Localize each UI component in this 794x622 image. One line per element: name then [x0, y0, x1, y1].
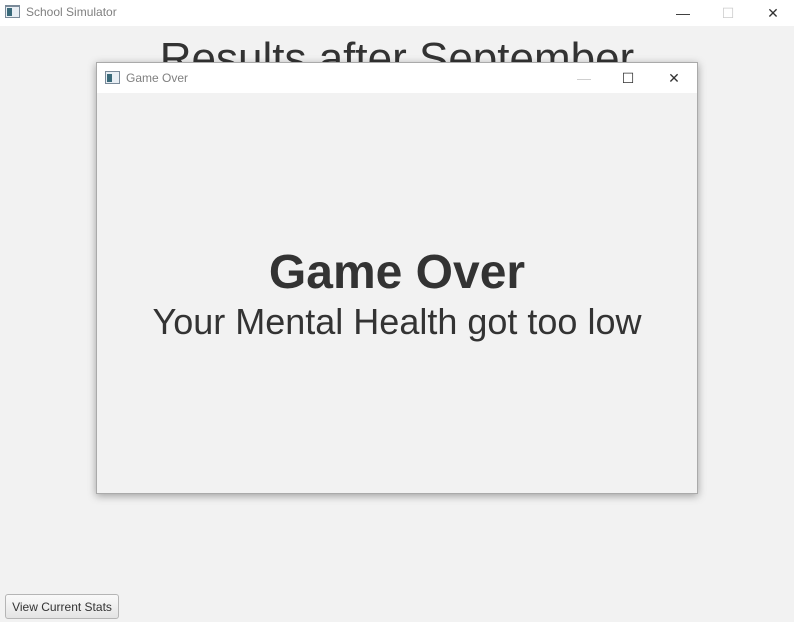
dialog-app-icon	[105, 71, 120, 84]
maximize-icon[interactable]: ☐	[705, 0, 751, 26]
main-window-titlebar[interactable]: School Simulator — ☐ ✕	[0, 0, 794, 26]
dialog-maximize-icon[interactable]: ☐	[605, 63, 651, 93]
view-current-stats-button[interactable]: View Current Stats	[5, 594, 119, 619]
minimize-icon[interactable]: —	[660, 0, 706, 26]
app-icon	[5, 5, 20, 18]
close-icon[interactable]: ✕	[750, 0, 794, 26]
game-over-message: Your Mental Health got too low	[152, 301, 642, 342]
dialog-minimize-icon[interactable]: —	[561, 63, 607, 93]
game-over-dialog: Game Over — ☐ ✕ Game Over Your Mental He…	[96, 62, 698, 494]
dialog-close-icon[interactable]: ✕	[651, 63, 697, 93]
dialog-titlebar[interactable]: Game Over — ☐ ✕	[97, 63, 697, 93]
dialog-body: Game Over Your Mental Health got too low	[97, 93, 697, 493]
main-window-title: School Simulator	[26, 5, 117, 19]
game-over-heading: Game Over	[268, 246, 526, 299]
dialog-title: Game Over	[126, 71, 189, 85]
